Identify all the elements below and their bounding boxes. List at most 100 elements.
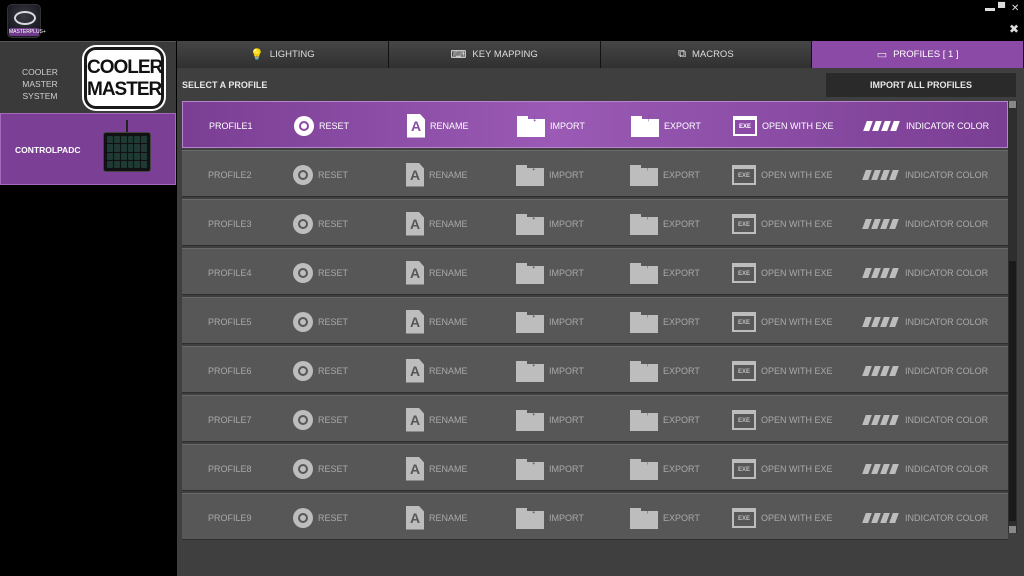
rename-button[interactable]: A RENAME [406,298,468,345]
export-label: EXPORT [663,169,700,180]
indicator-color-button[interactable]: INDICATOR COLOR [862,249,988,296]
profile-row[interactable]: PROFILE5 RESET A RENAME ↓ IMPORT ↑ EXPOR… [182,297,1008,344]
reset-label: RESET [318,512,349,523]
tab-key-mapping[interactable]: ⌨ KEY MAPPING [388,41,601,68]
open-with-exe-button[interactable]: EXE OPEN WITH EXE [733,102,834,149]
scroll-up-button[interactable] [1009,101,1016,108]
open-with-exe-button[interactable]: EXE OPEN WITH EXE [732,249,833,296]
export-folder-icon: ↑ [630,406,658,431]
tools-icon[interactable]: ✖ [1009,23,1019,35]
export-label: EXPORT [663,512,700,523]
rename-button[interactable]: A RENAME [406,445,468,492]
import-button[interactable]: ↓ IMPORT [516,494,584,541]
profile-row[interactable]: PROFILE9 RESET A RENAME ↓ IMPORT ↑ EXPOR… [182,493,1008,540]
rename-button[interactable]: A RENAME [406,151,468,198]
profile-name: PROFILE7 [208,415,252,425]
profile-row[interactable]: PROFILE1 RESET A RENAME ↓ IMPORT ↑ EXPOR… [182,101,1008,148]
reset-button[interactable]: RESET [293,396,348,443]
close-button[interactable]: ✕ [1011,4,1021,14]
profile-row[interactable]: PROFILE8 RESET A RENAME ↓ IMPORT ↑ EXPOR… [182,444,1008,491]
indicator-color-button[interactable]: INDICATOR COLOR [862,200,988,247]
pad-key [120,152,127,160]
import-button[interactable]: ↓ IMPORT [516,298,584,345]
indicator-color-button[interactable]: INDICATOR COLOR [862,298,989,345]
open-with-exe-label: OPEN WITH EXE [762,120,834,131]
export-button[interactable]: ↑ EXPORT [630,151,700,198]
device-label: CONTROLPADC [15,145,81,155]
rename-button[interactable]: A RENAME [406,200,468,247]
export-button[interactable]: ↑ EXPORT [631,102,701,149]
indicator-color-button[interactable]: INDICATOR COLOR [862,494,988,541]
import-folder-icon: ↓ [516,161,544,186]
open-with-exe-button[interactable]: EXE OPEN WITH EXE [732,298,833,345]
rename-button[interactable]: A RENAME [406,396,468,443]
reset-button[interactable]: RESET [293,249,348,296]
profile-name: PROFILE6 [208,366,252,376]
pad-key [107,160,113,168]
open-with-exe-button[interactable]: EXE OPEN WITH EXE [732,494,833,541]
import-button[interactable]: ↓ IMPORT [517,102,585,149]
rename-button[interactable]: A RENAME [406,249,468,296]
export-button[interactable]: ↑ EXPORT [630,200,700,247]
open-with-exe-label: OPEN WITH EXE [761,512,833,523]
open-with-exe-button[interactable]: EXE OPEN WITH EXE [732,200,833,247]
pad-key [113,152,120,160]
open-with-exe-button[interactable]: EXE OPEN WITH EXE [732,445,833,492]
indicator-color-button[interactable]: INDICATOR COLOR [862,347,988,394]
indicator-color-button[interactable]: INDICATOR COLOR [862,445,988,492]
device-cooler-master-system[interactable]: COOLER MASTER SYSTEM COOLER MASTER [0,41,176,113]
import-button[interactable]: ↓ IMPORT [516,396,584,443]
profile-row[interactable]: PROFILE6 RESET A RENAME ↓ IMPORT ↑ EXPOR… [182,346,1008,393]
rename-button[interactable]: A RENAME [406,347,468,394]
profile-row[interactable]: PROFILE4 RESET A RENAME ↓ IMPORT ↑ EXPOR… [182,248,1008,295]
tab-bar: 💡 LIGHTING ⌨ KEY MAPPING ⧉ MACROS ▭ PROF… [177,41,1024,68]
open-with-exe-button[interactable]: EXE OPEN WITH EXE [732,396,833,443]
reset-button[interactable]: RESET [293,347,348,394]
reset-button[interactable]: RESET [293,298,348,345]
import-button[interactable]: ↓ IMPORT [516,445,584,492]
tab-lighting[interactable]: 💡 LIGHTING [177,41,389,68]
export-button[interactable]: ↑ EXPORT [630,396,700,443]
exe-icon: EXE [732,164,756,185]
reset-button[interactable]: RESET [293,151,348,198]
import-button[interactable]: ↓ IMPORT [516,200,584,247]
profile-row[interactable]: PROFILE2 RESET A RENAME ↓ IMPORT ↑ EXPOR… [182,150,1008,197]
exe-icon: EXE [732,311,756,332]
rename-button[interactable]: A RENAME [406,494,468,541]
profile-row[interactable]: PROFILE7 RESET A RENAME ↓ IMPORT ↑ EXPOR… [182,395,1008,442]
open-with-exe-button[interactable]: EXE OPEN WITH EXE [732,347,833,394]
tab-macros[interactable]: ⧉ MACROS [600,41,813,68]
export-button[interactable]: ↑ EXPORT [630,445,700,492]
profile-row[interactable]: PROFILE3 RESET A RENAME ↓ IMPORT ↑ EXPOR… [182,199,1008,246]
import-button[interactable]: ↓ IMPORT [516,347,584,394]
import-all-profiles-button[interactable]: IMPORT ALL PROFILES [826,73,1016,97]
open-with-exe-label: OPEN WITH EXE [761,365,833,376]
tab-profiles[interactable]: ▭ PROFILES [ 1 ] [812,41,1024,68]
indicator-color-button[interactable]: INDICATOR COLOR [862,151,988,198]
import-button[interactable]: ↓ IMPORT [516,249,584,296]
export-button[interactable]: ↑ EXPORT [630,298,700,345]
rename-button[interactable]: A RENAME [407,102,469,149]
export-folder-icon: ↑ [630,161,658,186]
scrollbar[interactable] [1008,101,1017,533]
open-with-exe-button[interactable]: EXE OPEN WITH EXE [732,151,833,198]
maximize-button[interactable]: ▀ [998,4,1008,14]
indicator-color-label: INDICATOR COLOR [905,316,989,327]
import-button[interactable]: ↓ IMPORT [516,151,584,198]
reset-button[interactable]: RESET [293,445,348,492]
reset-button[interactable]: RESET [293,200,348,247]
device-controlpadc[interactable]: CONTROLPADC [0,113,176,185]
minimize-button[interactable]: ▬ [985,4,995,14]
indicator-color-button[interactable]: INDICATOR COLOR [863,102,989,149]
indicator-color-button[interactable]: INDICATOR COLOR [862,396,988,443]
scroll-down-button[interactable] [1009,526,1016,533]
rename-label: RENAME [429,365,468,376]
export-button[interactable]: ↑ EXPORT [630,494,700,541]
export-button[interactable]: ↑ EXPORT [630,249,700,296]
reset-button[interactable]: RESET [293,494,348,541]
export-button[interactable]: ↑ EXPORT [630,347,700,394]
masterplus-logo[interactable]: MASTERPLUS+ [7,4,46,38]
pad-key [107,152,113,160]
reset-button[interactable]: RESET [294,102,349,149]
scrollbar-thumb[interactable] [1009,261,1016,521]
